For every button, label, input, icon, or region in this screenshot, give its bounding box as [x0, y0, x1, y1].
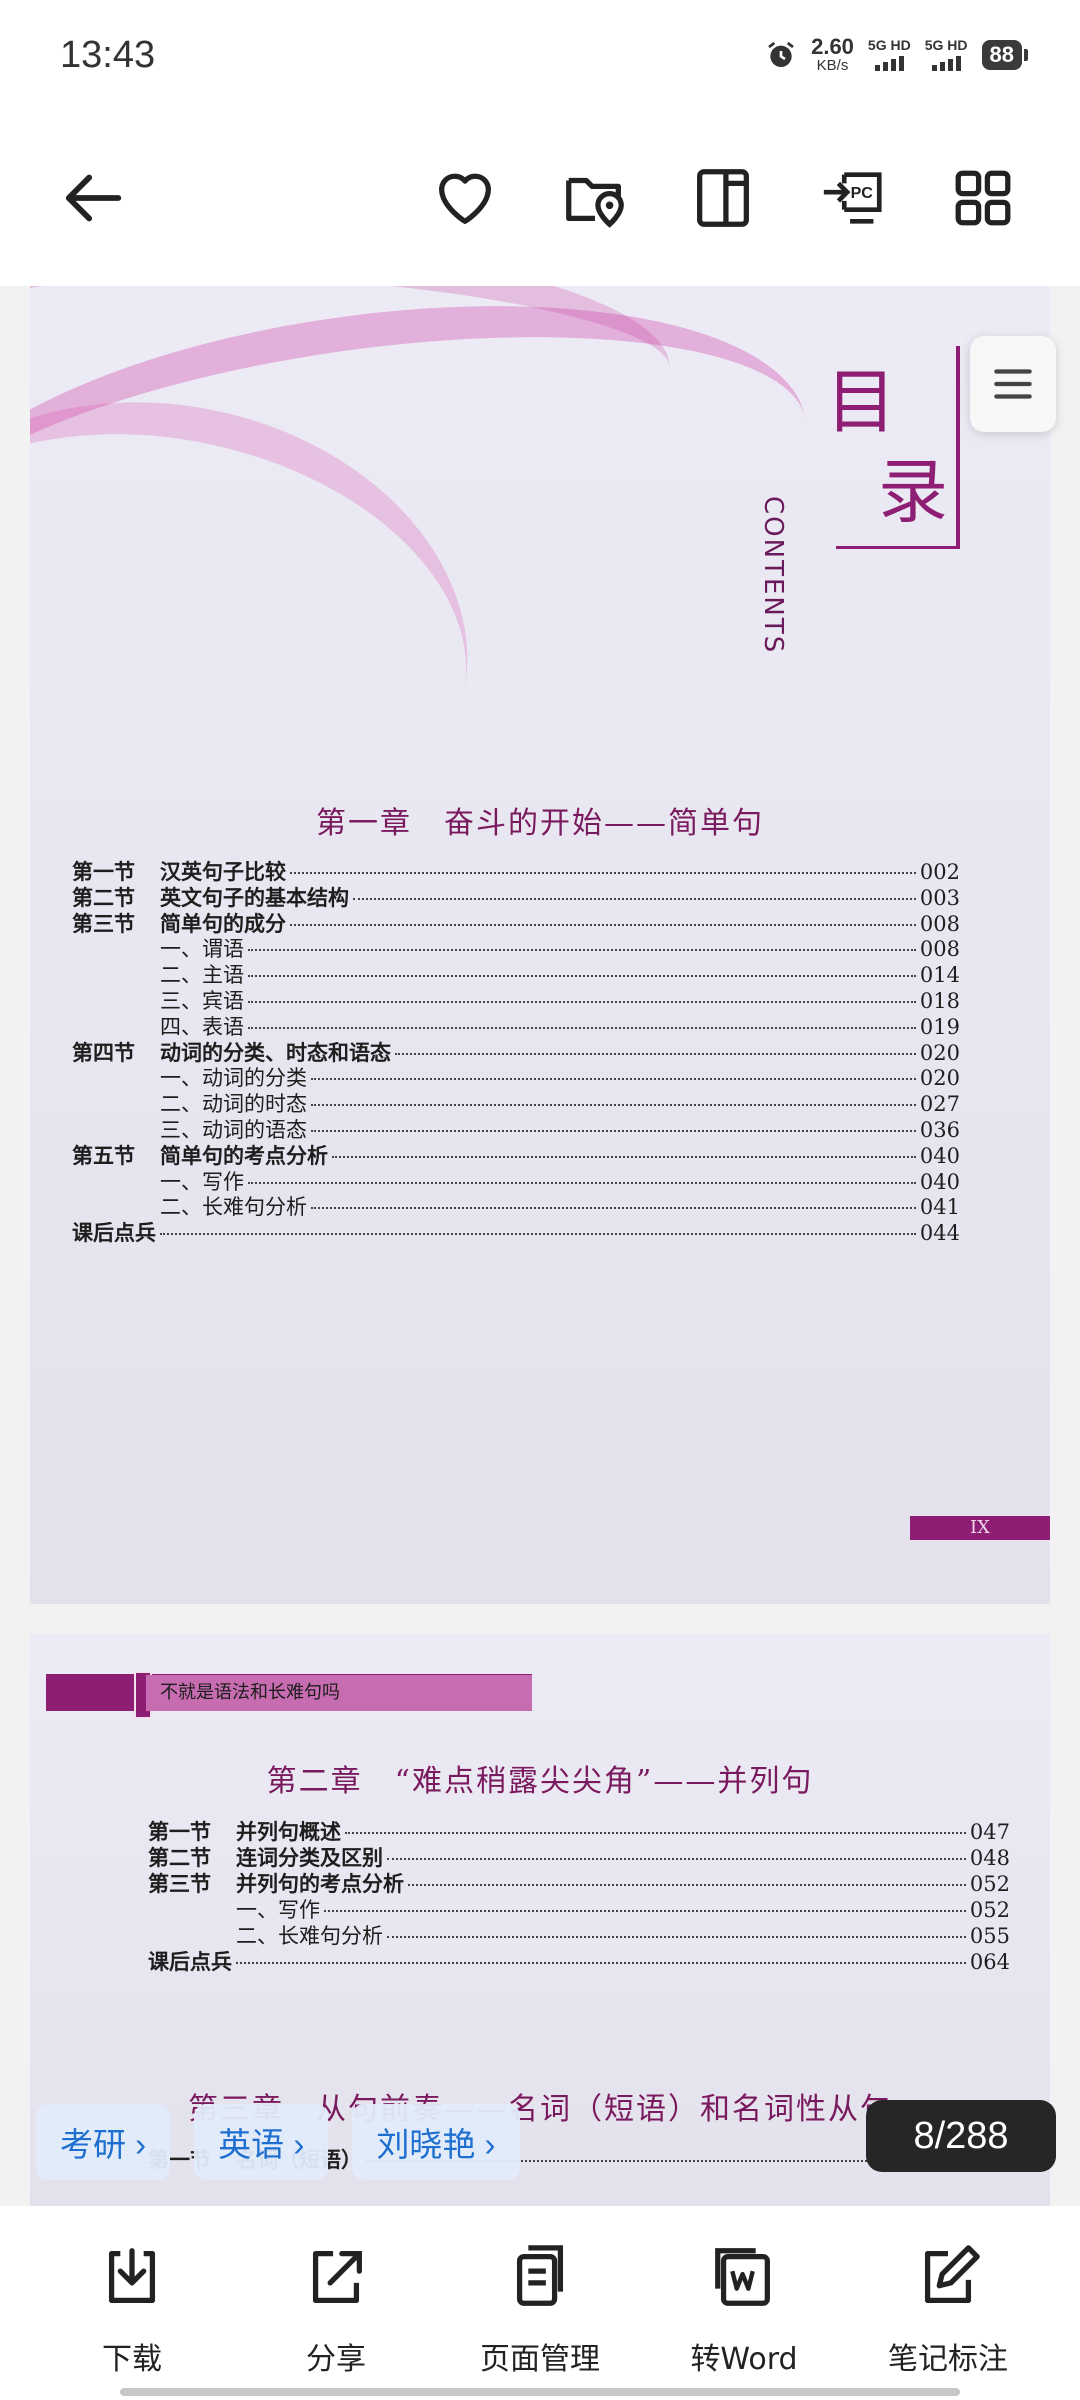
convert-word-button[interactable]: 转Word [644, 2242, 844, 2378]
toc-leader-dots [311, 1207, 916, 1210]
toc-page-number: 040 [919, 1169, 960, 1194]
book-running-header: 不就是语法和长难句吗 [46, 1671, 532, 1719]
page-counter: 8/288 [866, 2100, 1056, 2172]
toc-leader-dots [248, 975, 916, 978]
toc-leader-dots [248, 1001, 916, 1003]
toc-page-number: 064 [969, 1950, 1010, 1974]
toc-leader-dots [160, 1233, 916, 1236]
book-split-icon [697, 169, 749, 227]
word-convert-icon [715, 2248, 770, 2306]
page-management-button[interactable]: 页面管理 [440, 2242, 640, 2378]
toc-page-number: 020 [919, 1066, 960, 1091]
download-button[interactable]: 下载 [32, 2242, 232, 2378]
toc-leader-dots [236, 1962, 966, 1964]
toc-list: 第一节 并列句概述 047 第二节 连词分类及区别 048 第三节 并列句的考点分析 052 一、… [148, 1816, 1010, 2076]
folder-location-icon [566, 177, 624, 228]
toc-leader-dots [387, 1858, 966, 1860]
toc-page-number: 052 [969, 1872, 1010, 1896]
battery-indicator: 88 [981, 39, 1029, 70]
note-annotate-button[interactable]: 笔记标注 [848, 2242, 1048, 2378]
toc-list: 第一节 汉英句子比较 002 第二节 英文句子的基本结构 003 第三节 简单句的成分 008 一… [72, 856, 960, 1496]
toc-page-number: 008 [919, 937, 960, 962]
toc-leader-dots [324, 1910, 966, 1912]
pages-icon [516, 2245, 564, 2306]
toc-page-number: 040 [919, 1143, 960, 1168]
toc-leader-dots [290, 872, 916, 874]
network-speed: 2.60 KB/s [811, 34, 854, 74]
toc-page-number: 044 [919, 1221, 960, 1246]
toc-page-number: 052 [969, 1898, 1010, 1922]
toc-page-number: 002 [919, 860, 960, 884]
status-time: 13:43 [60, 34, 156, 76]
toc-leader-dots [290, 923, 916, 926]
toc-leader-dots [345, 1832, 966, 1834]
alarm-icon [768, 41, 794, 67]
cast-to-pc-icon: PC [823, 172, 882, 224]
grid-view-button[interactable] [938, 153, 1028, 243]
menu-icon [994, 369, 1032, 399]
toc-leader-dots [408, 1884, 966, 1886]
toc-leader-dots [248, 1181, 916, 1184]
toc-leader-dots [395, 1052, 916, 1055]
toc-leader-dots [248, 949, 916, 952]
download-icon [108, 2248, 156, 2303]
toc-page-number: 036 [919, 1118, 960, 1142]
back-button[interactable] [50, 153, 140, 243]
top-toolbar: PC [0, 110, 1080, 286]
toc-page-number: 014 [919, 963, 960, 988]
svg-text:PC: PC [851, 184, 874, 202]
toc-page-number: 027 [919, 1092, 960, 1117]
cast-to-pc-button[interactable]: PC [808, 153, 898, 243]
share-icon [312, 2251, 362, 2303]
favorite-button[interactable] [420, 153, 510, 243]
bottom-action-bar: 下载 分享 页面管理 转Word 笔记标注 [0, 2206, 1080, 2400]
home-indicator [120, 2388, 960, 2396]
toc-leader-dots [332, 1155, 916, 1158]
arrow-left-icon [65, 174, 122, 222]
contents-heading: 目 录 CONTENTS [758, 346, 960, 654]
toc-entry[interactable]: 课后点兵 044 [72, 1217, 960, 1247]
chapter-title: 第二章 “难点稍露尖尖角”——并列句 [266, 1764, 814, 1799]
toc-leader-dots [248, 1026, 916, 1029]
heart-icon [439, 173, 491, 224]
tag-chip[interactable]: 刘晓艳 › [352, 2104, 520, 2180]
toc-page-number: 041 [919, 1195, 960, 1220]
toc-page-number: 020 [919, 1040, 960, 1065]
toc-page-number: 019 [919, 1014, 960, 1039]
share-button[interactable]: 分享 [236, 2242, 436, 2378]
toc-page-number: 018 [919, 989, 960, 1013]
toc-entry[interactable]: 课后点兵 064 [148, 1946, 1010, 1976]
page-number: IX [910, 1516, 1050, 1540]
chapter-title: 第一章 奋斗的开始——简单句 [316, 806, 764, 841]
signal-sim2: 5G HD [925, 38, 968, 71]
status-bar: 13:43 2.60 KB/s 5G HD 5G HD 88 [0, 0, 1080, 110]
toc-leader-dots [311, 1104, 916, 1107]
split-view-button[interactable] [678, 153, 768, 243]
toc-leader-dots [387, 1936, 966, 1938]
toc-entry-title: 课后点兵 [72, 1220, 156, 1246]
grid-apps-icon [955, 170, 1011, 226]
toc-page-number: 003 [919, 885, 960, 910]
document-viewer[interactable]: 目 录 CONTENTS 第一章 奋斗的开始——简单句 第一节 汉英句子比较 002… [0, 286, 1080, 2206]
note-edit-icon [924, 2245, 980, 2303]
toc-page-number: 055 [969, 1924, 1010, 1948]
tag-list: 考研 › 英语 › 刘晓艳 › [36, 2104, 520, 2180]
toc-entry-title: 课后点兵 [148, 1949, 232, 1974]
toc-leader-dots [353, 897, 916, 900]
toc-page-number: 047 [969, 1820, 1010, 1844]
toc-leader-dots [311, 1130, 916, 1132]
tag-chip[interactable]: 考研 › [36, 2104, 171, 2180]
signal-sim1: 5G HD [868, 38, 911, 71]
side-menu-button[interactable] [970, 336, 1056, 432]
toc-page-number: 008 [919, 911, 960, 936]
toc-page-number: 048 [969, 1846, 1010, 1870]
toc-leader-dots [311, 1078, 916, 1081]
tag-chip[interactable]: 英语 › [194, 2104, 329, 2180]
document-page-1[interactable]: 目 录 CONTENTS 第一章 奋斗的开始——简单句 第一节 汉英句子比较 002… [30, 286, 1050, 1604]
status-icons: 2.60 KB/s 5G HD 5G HD 88 [765, 34, 1029, 74]
move-to-folder-button[interactable] [550, 153, 640, 243]
